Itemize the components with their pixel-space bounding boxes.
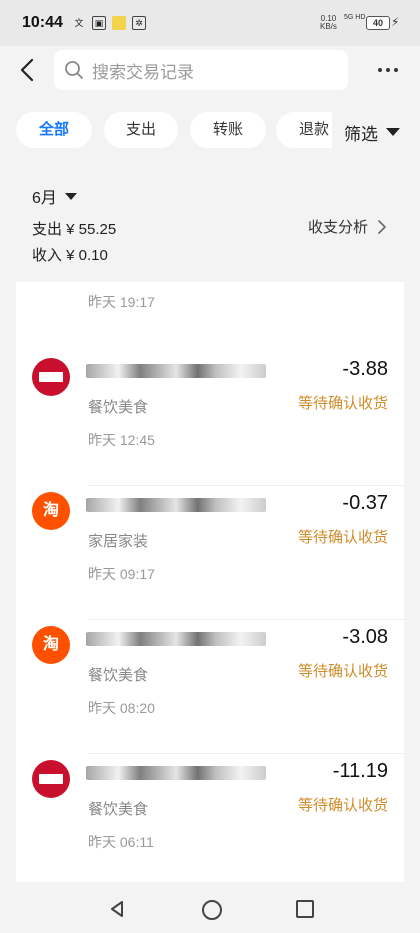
expense-total: 支出 ¥ 55.25 [32,221,117,238]
tab-transfer[interactable]: 转账 [190,112,266,148]
nav-back-icon[interactable] [108,900,126,918]
merchant-name-blurred [86,766,266,780]
transaction-status: 等待确认收货 [297,663,388,680]
transaction-time: 昨天 19:17 [88,294,155,310]
caret-down-icon [386,128,400,136]
transaction-time: 昨天 08:20 [88,700,155,716]
transaction-status: 等待确认收货 [297,529,388,546]
month-label: 6月 [32,190,57,207]
transaction-category: 家居家装 [88,533,149,550]
transaction-amount: -3.88 [342,358,388,380]
more-dot-icon [386,68,390,72]
charging-icon: ⚡ [391,15,400,29]
system-nav-bar [0,882,420,933]
status-bar: 10:44 文 ▣ ✲ 0.10 KB/s 5G HD 40 ⚡ [0,0,420,46]
month-selector[interactable]: 6月 [32,184,77,208]
merchant-name-blurred [86,632,266,646]
more-options-button[interactable] [378,68,398,72]
more-dot-icon [378,68,382,72]
transaction-item[interactable]: 淘 家居家装 昨天 09:17 -0.37 等待确认收货 [16,486,404,620]
transaction-category: 餐饮美食 [88,801,149,818]
signal-icon: 5G HD [344,14,366,21]
transaction-status: 等待确认收货 [297,395,388,412]
transaction-item[interactable]: 餐饮美食 昨天 06:11 -11.19 等待确认收货 [16,754,404,882]
transaction-list: 昨天 19:17 餐饮美食 昨天 12:45 -3.88 等待确认收货 淘 家居… [16,282,404,882]
status-time: 10:44 [22,14,63,31]
search-placeholder: 搜索交易记录 [92,62,194,82]
transaction-time: 昨天 12:45 [88,432,155,448]
transaction-item[interactable]: 淘 餐饮美食 昨天 08:20 -3.08 等待确认收货 [16,620,404,754]
filter-label: 筛选 [344,124,378,144]
transaction-amount: -0.37 [342,492,388,514]
transaction-time: 昨天 09:17 [88,566,155,582]
filter-tabs: 全部 支出 转账 退款 筛选 [0,112,420,152]
app-notification-icon-3: ✲ [132,16,146,30]
merchant-name-blurred [86,498,266,512]
transaction-status: 等待确认收货 [297,797,388,814]
notification-icons: 文 ▣ ✲ [72,16,146,30]
restaurant-logo-icon [32,358,70,396]
filter-button[interactable]: 筛选 [332,112,420,152]
more-dot-icon [394,68,398,72]
transaction-amount: -3.08 [342,626,388,648]
search-icon [65,61,83,79]
nav-recent-apps-icon[interactable] [296,900,314,918]
search-input[interactable]: 搜索交易记录 [54,50,348,90]
app-notification-icon: ▣ [92,16,106,30]
chevron-right-icon [378,219,386,234]
tab-all[interactable]: 全部 [16,112,92,148]
battery-icon: 40 [366,16,390,30]
transaction-item[interactable]: 餐饮美食 昨天 12:45 -3.88 等待确认收货 [16,352,404,486]
app-notification-icon-2 [112,16,126,30]
income-expense-analysis-link[interactable]: 收支分析 [308,216,388,237]
transaction-category: 餐饮美食 [88,667,149,684]
back-arrow-icon [20,58,34,82]
network-speed: 0.10 KB/s [320,15,337,31]
taobao-icon: 淘 [32,492,70,530]
header: 搜索交易记录 [0,46,420,96]
restaurant-logo-icon [32,760,70,798]
transaction-time: 昨天 06:11 [88,834,154,850]
notification-icon: 文 [74,18,84,28]
taobao-icon: 淘 [32,626,70,664]
network-speed-unit: KB/s [320,22,337,31]
analysis-label: 收支分析 [308,219,369,236]
back-button[interactable] [14,54,42,86]
merchant-name-blurred [86,364,266,378]
transaction-amount: -11.19 [332,760,388,782]
income-total: 收入 ¥ 0.10 [32,247,108,264]
nav-home-icon[interactable] [202,900,222,920]
transaction-category: 餐饮美食 [88,399,149,416]
caret-down-icon [64,192,77,200]
tab-expense[interactable]: 支出 [104,112,178,148]
